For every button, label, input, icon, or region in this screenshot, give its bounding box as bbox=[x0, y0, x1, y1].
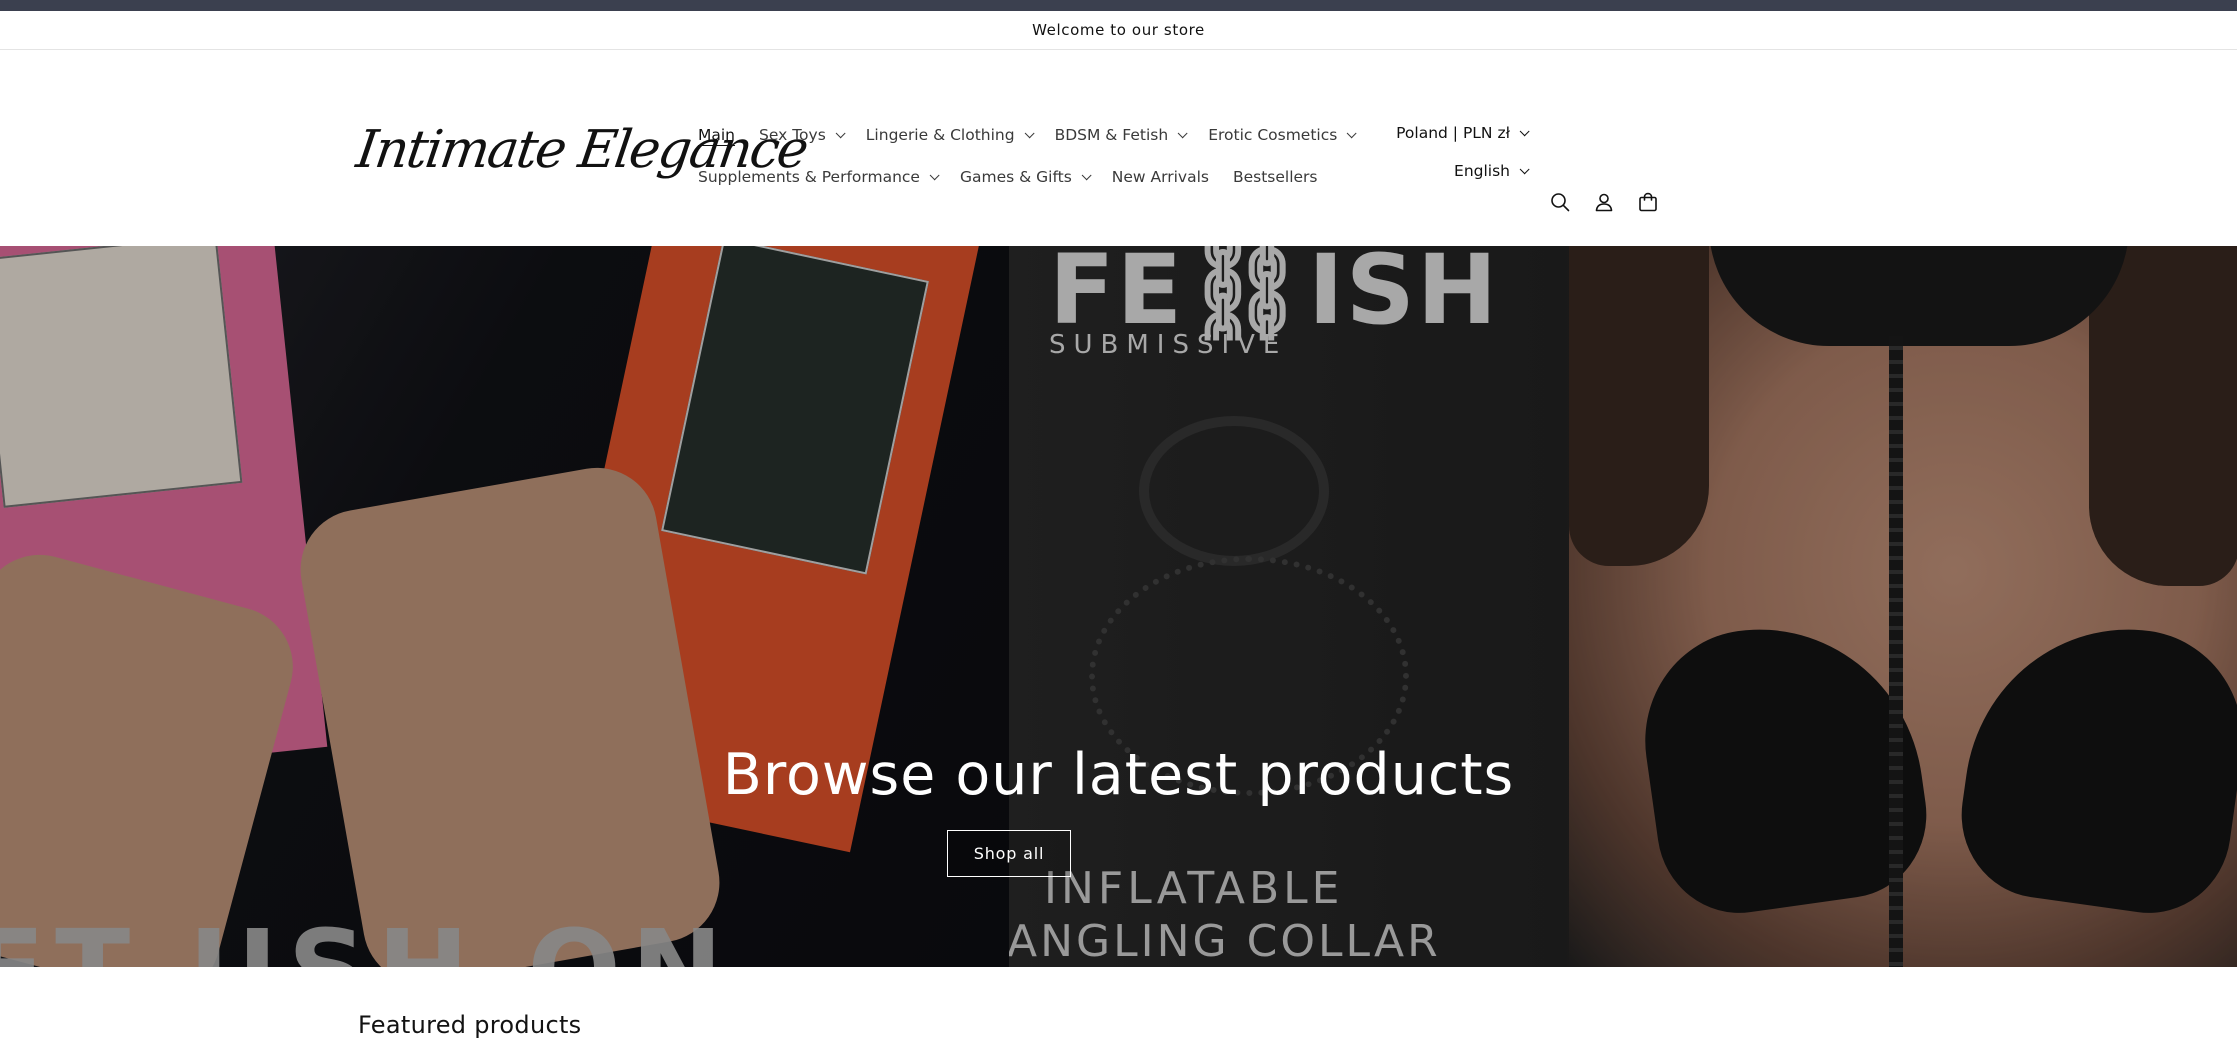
cart-icon bbox=[1639, 192, 1657, 212]
nav-item-supplements-performance[interactable]: Supplements & Performance bbox=[698, 168, 940, 186]
nav-item-erotic-cosmetics[interactable]: Erotic Cosmetics bbox=[1208, 126, 1357, 144]
chevron-down-icon bbox=[1177, 127, 1188, 138]
chevron-down-icon bbox=[1024, 127, 1035, 138]
chevron-down-icon bbox=[1519, 163, 1530, 174]
top-accent-bar bbox=[0, 0, 2237, 11]
header-icons bbox=[1538, 180, 1670, 224]
language-selector[interactable]: English bbox=[1380, 152, 1530, 190]
localization-selectors: Poland | PLN zł English bbox=[1380, 114, 1530, 190]
nav-row-2: Supplements & Performance Games & Gifts … bbox=[698, 156, 1338, 198]
nav-item-lingerie-clothing[interactable]: Lingerie & Clothing bbox=[865, 126, 1035, 144]
chevron-down-icon bbox=[1346, 127, 1357, 138]
country-currency-value: Poland | PLN zł bbox=[1396, 124, 1510, 142]
chevron-down-icon bbox=[1081, 169, 1092, 180]
account-icon bbox=[1595, 193, 1613, 212]
nav-item-sex-toys[interactable]: Sex Toys bbox=[759, 126, 846, 144]
announcement-bar: Welcome to our store bbox=[0, 11, 2237, 50]
nav-item-label: Sex Toys bbox=[759, 126, 826, 144]
account-button[interactable] bbox=[1582, 180, 1626, 224]
nav-item-label: Games & Gifts bbox=[959, 168, 1072, 186]
announcement-text: Welcome to our store bbox=[1032, 21, 1205, 39]
nav-item-bdsm-fetish[interactable]: BDSM & Fetish bbox=[1054, 126, 1188, 144]
nav-item-label: Erotic Cosmetics bbox=[1208, 126, 1338, 144]
nav-item-bestsellers[interactable]: Bestsellers bbox=[1233, 168, 1318, 186]
nav-item-label: Bestsellers bbox=[1232, 168, 1318, 186]
nav-item-label: Supplements & Performance bbox=[698, 168, 920, 186]
cart-button[interactable] bbox=[1626, 180, 1670, 224]
search-button[interactable] bbox=[1538, 180, 1582, 224]
nav-row-1: Main Sex Toys Lingerie & Clothing BDSM &… bbox=[698, 114, 1357, 156]
nav-item-label: New Arrivals bbox=[1111, 168, 1209, 186]
chevron-down-icon bbox=[835, 127, 846, 138]
nav-item-games-gifts[interactable]: Games & Gifts bbox=[959, 168, 1092, 186]
search-icon bbox=[1551, 193, 1570, 212]
hero-banner: FT USH ON FE⛓ISH SUBMISSIVE INFLATABLE A… bbox=[0, 246, 2237, 967]
shop-all-button[interactable]: Shop all bbox=[947, 830, 1071, 877]
featured-products-heading: Featured products bbox=[358, 1011, 582, 1039]
nav-item-label: BDSM & Fetish bbox=[1054, 126, 1169, 144]
hero-content: Browse our latest products Shop all bbox=[0, 246, 2237, 967]
nav-item-label: Main bbox=[698, 126, 736, 144]
nav-item-main[interactable]: Main bbox=[698, 126, 735, 144]
store-logo[interactable]: Intimate Elegance bbox=[353, 110, 811, 190]
site-header: Intimate Elegance Main Sex Toys Lingerie… bbox=[0, 50, 2237, 247]
chevron-down-icon bbox=[929, 169, 940, 180]
language-value: English bbox=[1454, 162, 1510, 180]
nav-item-new-arrivals[interactable]: New Arrivals bbox=[1112, 168, 1209, 186]
country-currency-selector[interactable]: Poland | PLN zł bbox=[1380, 114, 1530, 152]
chevron-down-icon bbox=[1519, 125, 1530, 136]
main-navigation: Main Sex Toys Lingerie & Clothing BDSM &… bbox=[698, 114, 1357, 198]
nav-item-label: Lingerie & Clothing bbox=[865, 126, 1015, 144]
hero-heading: Browse our latest products bbox=[722, 742, 1515, 808]
